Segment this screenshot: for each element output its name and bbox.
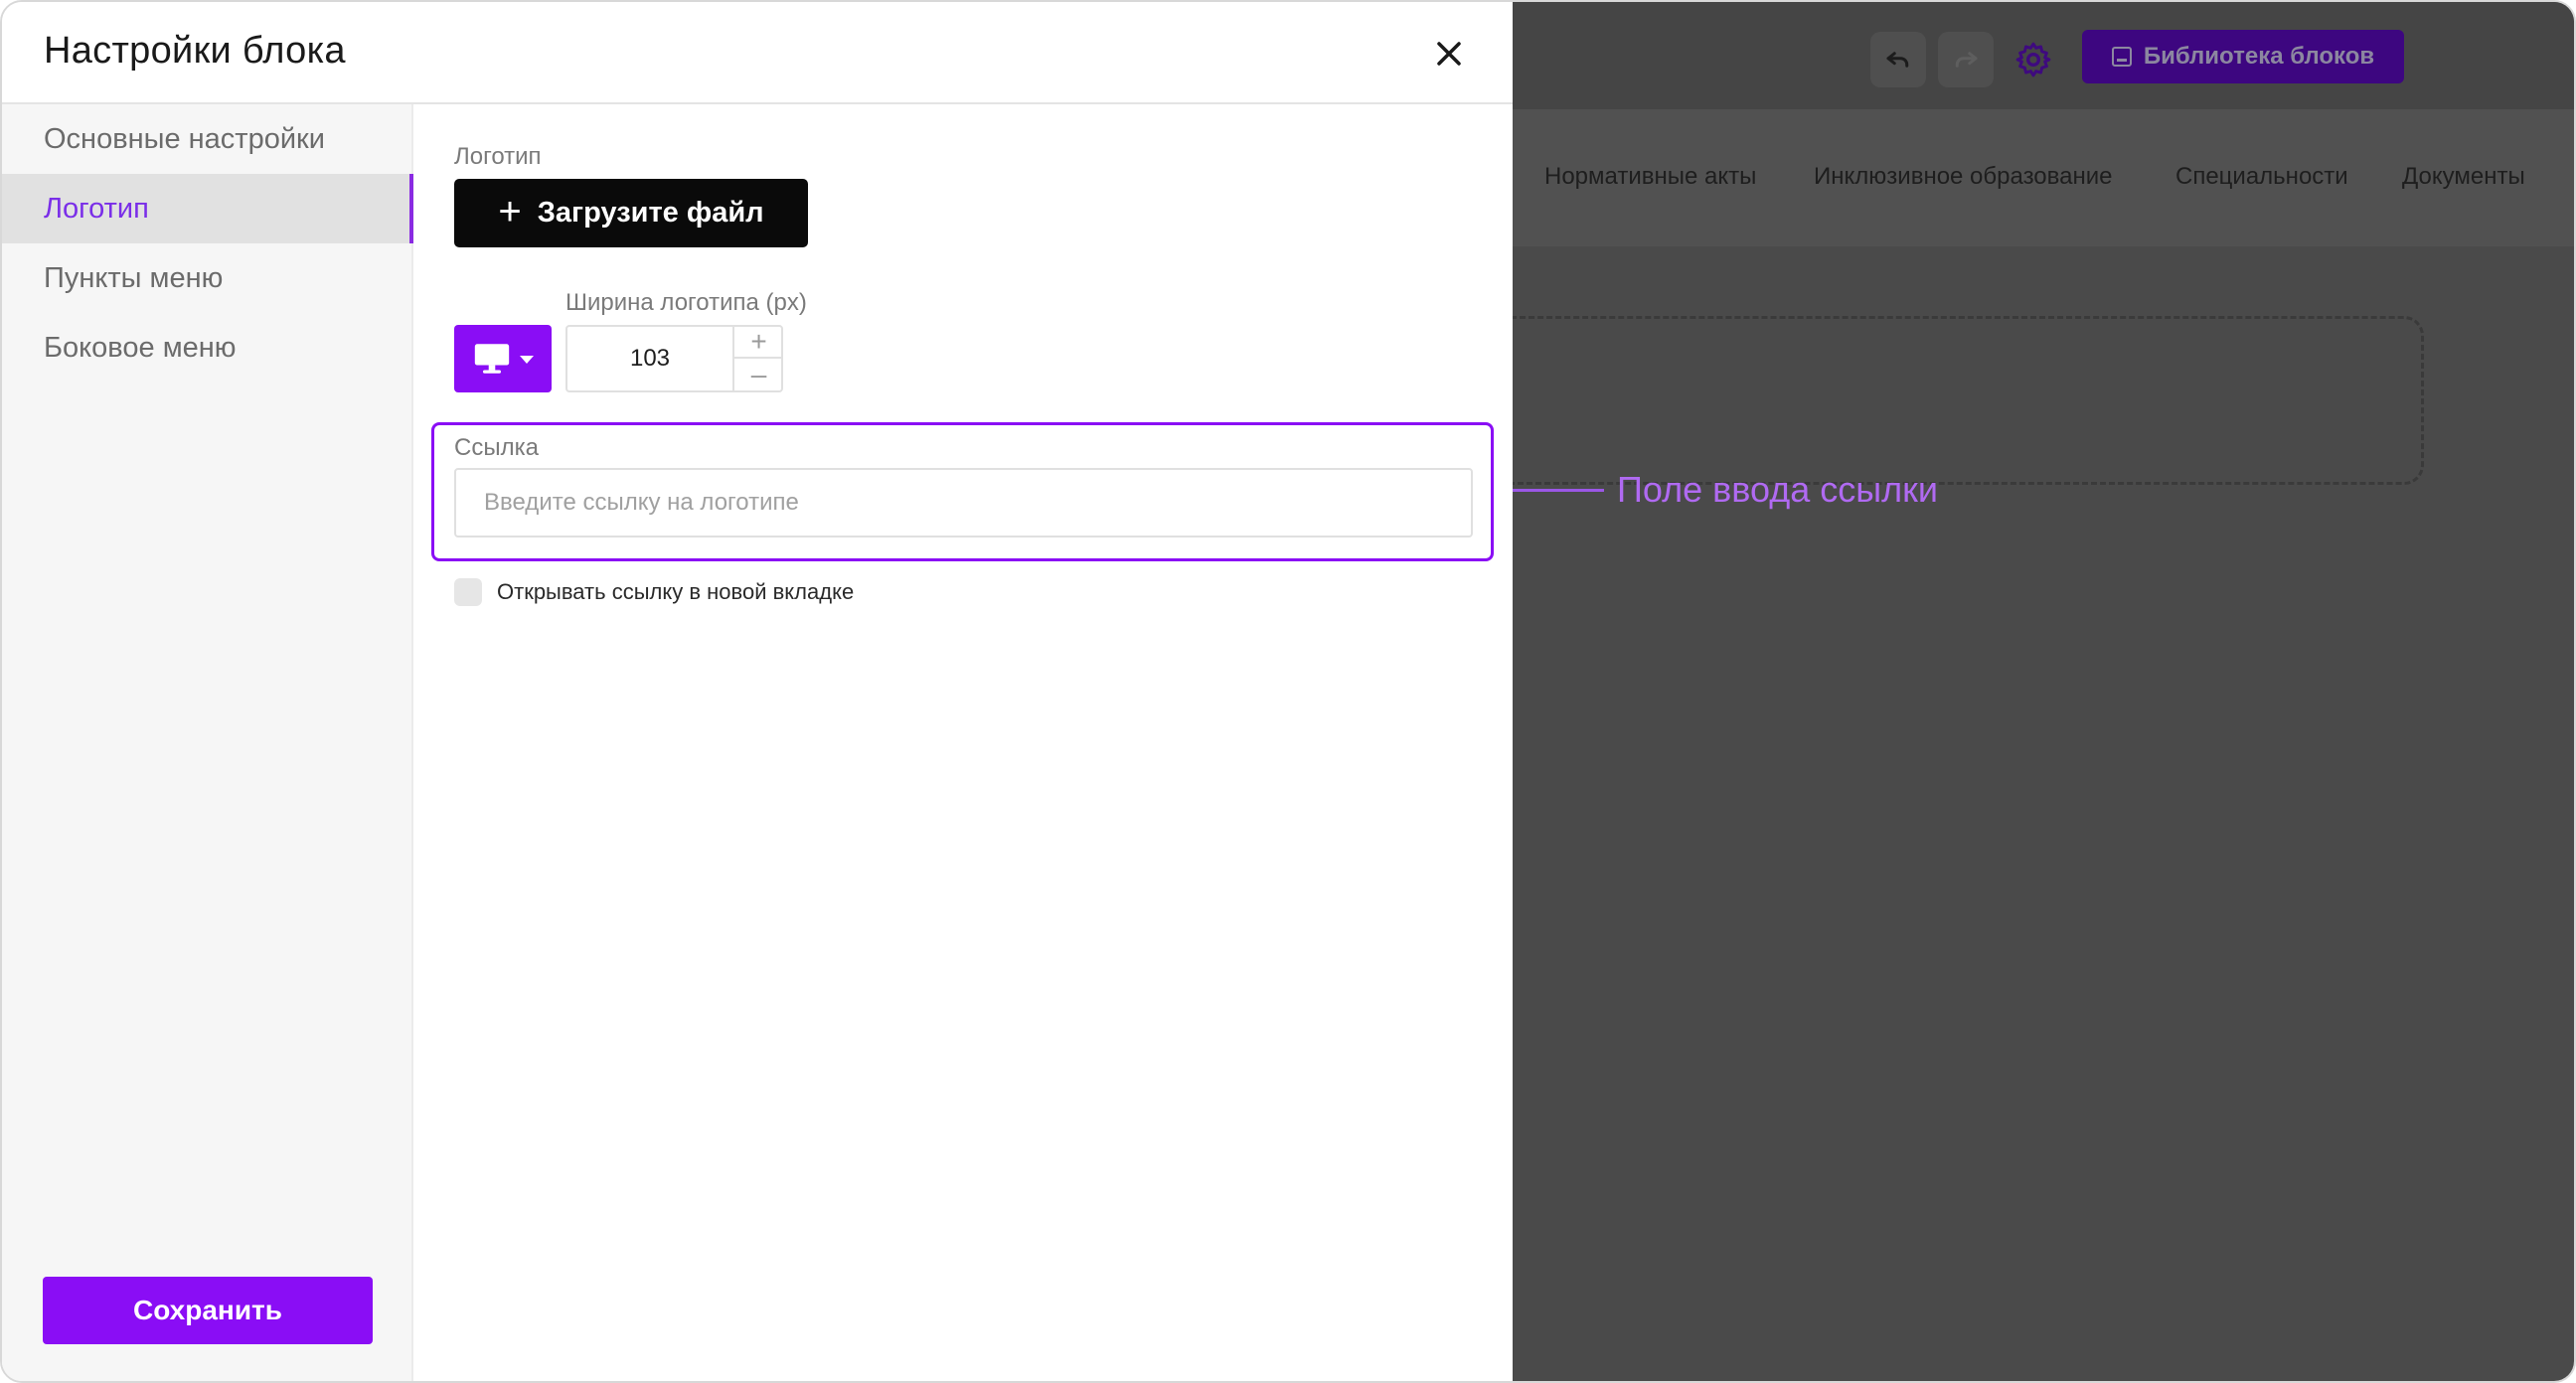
- modal-header: Настройки блока: [2, 2, 1513, 104]
- annotation-line: [1505, 489, 1604, 492]
- modal-title: Настройки блока: [44, 30, 346, 72]
- app-frame: Библиотека блоков Нормативные акты Инклю…: [0, 0, 2576, 1383]
- block-settings-modal: Настройки блока Основные настройки Логот…: [2, 2, 1513, 1381]
- save-button[interactable]: Сохранить: [43, 1277, 373, 1344]
- block-library-button[interactable]: Библиотека блоков: [2082, 30, 2404, 83]
- nav-item-specialties[interactable]: Специальности: [2175, 163, 2348, 191]
- upload-file-button[interactable]: + Загрузите файл: [454, 179, 808, 247]
- sidebar-item-logo[interactable]: Логотип: [2, 174, 413, 243]
- logo-section-label: Логотип: [454, 143, 542, 170]
- settings-sidebar: Основные настройки Логотип Пункты меню Б…: [2, 104, 413, 1381]
- desktop-icon: [474, 344, 510, 374]
- device-select[interactable]: [454, 325, 552, 392]
- editor-site-nav: Нормативные акты Инклюзивное образование…: [1513, 109, 2574, 246]
- link-input[interactable]: [454, 468, 1473, 538]
- logo-width-stepper: 103 + –: [565, 325, 783, 392]
- redo-icon[interactable]: [1938, 32, 1994, 87]
- nav-item-inclusive[interactable]: Инклюзивное образование: [1814, 163, 2113, 191]
- increment-button[interactable]: +: [732, 326, 783, 359]
- gear-icon[interactable]: [2006, 32, 2061, 87]
- chevron-down-icon: [520, 356, 534, 364]
- plus-icon: +: [498, 189, 522, 233]
- block-placeholder: [1493, 316, 2424, 485]
- annotation-label: Поле ввода ссылки: [1617, 469, 1938, 510]
- sidebar-item-side-menu[interactable]: Боковое меню: [2, 313, 413, 383]
- library-icon: [2111, 47, 2132, 67]
- editor-backdrop: Библиотека блоков Нормативные акты Инклю…: [1493, 2, 2574, 1381]
- editor-toolbar: Библиотека блоков: [1513, 2, 2574, 109]
- new-tab-checkbox[interactable]: [454, 578, 482, 606]
- logo-width-label: Ширина логотипа (px): [565, 289, 807, 316]
- upload-file-label: Загрузите файл: [537, 197, 764, 229]
- sidebar-item-menu-items[interactable]: Пункты меню: [2, 243, 413, 313]
- logo-width-input[interactable]: 103: [567, 327, 732, 390]
- nav-item-documents[interactable]: Документы: [2402, 163, 2525, 191]
- link-label: Ссылка: [454, 434, 539, 461]
- block-library-label: Библиотека блоков: [2143, 43, 2375, 70]
- decrement-button[interactable]: –: [732, 359, 783, 390]
- close-icon[interactable]: [1427, 32, 1471, 76]
- new-tab-label: Открывать ссылку в новой вкладке: [497, 579, 855, 604]
- nav-item-normative[interactable]: Нормативные акты: [1544, 163, 1756, 191]
- sidebar-item-general[interactable]: Основные настройки: [2, 104, 413, 174]
- undo-icon[interactable]: [1870, 32, 1926, 87]
